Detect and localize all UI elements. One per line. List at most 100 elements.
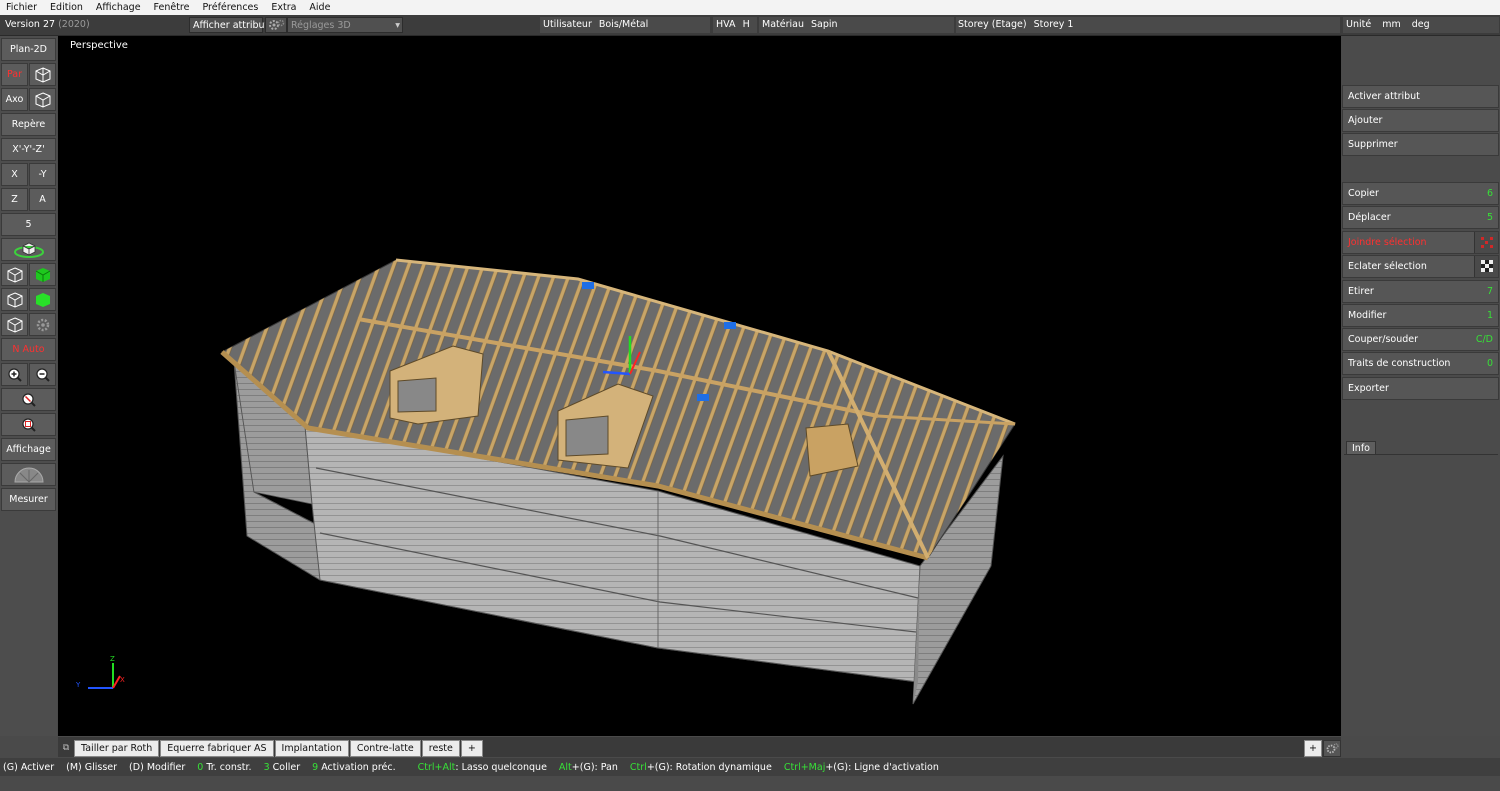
modify-shortcut: 1 xyxy=(1486,310,1493,321)
menu-fenetre[interactable]: Fenêtre xyxy=(154,2,190,13)
wireframe-cube-icon[interactable] xyxy=(1,263,28,286)
status-key: 0 xyxy=(197,761,204,773)
status-modify: (D) Modifier xyxy=(129,762,185,773)
delete-label: Supprimer xyxy=(1348,139,1398,150)
explode-selection-button[interactable]: Eclater sélection xyxy=(1342,255,1499,278)
menu-edition[interactable]: Edition xyxy=(50,2,83,13)
perspective-cube-icon[interactable] xyxy=(29,63,56,86)
export-button[interactable]: Exporter xyxy=(1342,377,1499,400)
hidden-line-cube-icon[interactable] xyxy=(1,288,28,311)
user-field[interactable]: Utilisateur Bois/Métal xyxy=(540,17,710,33)
stretch-label: Etirer xyxy=(1348,286,1374,297)
right-action-panel: Activer attribut Ajouter Supprimer Copie… xyxy=(1342,36,1500,736)
add-button[interactable]: Ajouter xyxy=(1342,109,1499,132)
settings-3d-select[interactable]: Réglages 3D ▾ xyxy=(287,17,403,33)
tab-reste[interactable]: reste xyxy=(421,740,460,757)
3d-viewport[interactable]: Perspective Z Y X xyxy=(58,36,1341,736)
status-key: Ctrl+Alt xyxy=(417,761,456,773)
axo-cube-icon[interactable] xyxy=(29,88,56,111)
zoom-in-icon[interactable] xyxy=(1,363,28,386)
construction-lines-button[interactable]: Traits de construction 0 xyxy=(1342,352,1499,375)
xyz-prime-button[interactable]: X'-Y'-Z' xyxy=(1,138,56,161)
tab-equerre-fabriquer[interactable]: Equerre fabriquer AS xyxy=(160,740,274,757)
status-text: +(G): Ligne d'activation xyxy=(825,761,939,773)
copy-shortcut: 6 xyxy=(1486,188,1493,199)
version-text: Version 27 xyxy=(5,19,56,30)
status-text: Glisser xyxy=(84,761,118,773)
menu-bar: Fichier Edition Affichage Fenêtre Préfér… xyxy=(0,0,1500,15)
tabs-menu-icon[interactable]: ⧉ xyxy=(58,740,74,757)
material-value: Sapin xyxy=(811,19,838,30)
mesurer-button[interactable]: Mesurer xyxy=(1,488,56,511)
show-attribute-button[interactable]: Afficher attribut xyxy=(189,17,268,33)
tab-contre-latte[interactable]: Contre-latte xyxy=(349,740,421,757)
move-button[interactable]: Déplacer 5 xyxy=(1342,206,1499,229)
affichage-button[interactable]: Affichage xyxy=(1,438,56,461)
settings-gear-icon[interactable] xyxy=(265,17,287,33)
status-lasso: Ctrl+Alt: Lasso quelconque xyxy=(418,762,547,773)
menu-preferences[interactable]: Préférences xyxy=(202,2,258,13)
tab-implantation[interactable]: Implantation xyxy=(274,740,349,757)
modify-label: Modifier xyxy=(1348,310,1387,321)
cut-weld-shortcut: C/D xyxy=(1475,334,1493,345)
view-z-button[interactable]: Z xyxy=(1,188,28,211)
perspective-button[interactable]: Par xyxy=(1,63,28,86)
status-key: (G) xyxy=(3,761,18,773)
status-paste: 3 Coller xyxy=(264,762,301,773)
delete-button[interactable]: Supprimer xyxy=(1342,133,1499,156)
explode-selection-label: Eclater sélection xyxy=(1348,261,1427,272)
tabs-gear-icon[interactable] xyxy=(1323,740,1341,757)
auto-button[interactable]: N Auto xyxy=(1,338,56,361)
zoom-window-icon[interactable] xyxy=(1,413,56,436)
plan-2d-button[interactable]: Plan-2D xyxy=(1,38,56,61)
axis-z-label: Z xyxy=(110,655,115,663)
protractor-icon[interactable] xyxy=(1,463,56,486)
add-tab-button[interactable]: + xyxy=(460,740,483,757)
info-tab[interactable]: Info xyxy=(1346,441,1376,455)
storey-label: Storey (Etage) xyxy=(958,19,1027,30)
green-cube-icon[interactable] xyxy=(29,288,56,311)
copy-label: Copier xyxy=(1348,188,1379,199)
info-divider xyxy=(1344,454,1498,455)
menu-aide[interactable]: Aide xyxy=(309,2,330,13)
stretch-button[interactable]: Etirer 7 xyxy=(1342,280,1499,303)
status-key: Ctrl+Maj xyxy=(783,761,826,773)
model-tabs-bar: ⧉ Tailler par Roth Equerre fabriquer AS … xyxy=(58,737,1341,757)
activate-attribute-label: Activer attribut xyxy=(1348,91,1420,102)
version-year: (2020) xyxy=(58,19,90,30)
status-key: 3 xyxy=(263,761,270,773)
tab-tailler-par-roth[interactable]: Tailler par Roth xyxy=(74,740,160,757)
cut-weld-button[interactable]: Couper/souder C/D xyxy=(1342,328,1499,351)
material-field[interactable]: Matériau Sapin xyxy=(759,17,954,33)
hva-field[interactable]: HVA H xyxy=(713,17,757,33)
menu-affichage[interactable]: Affichage xyxy=(96,2,141,13)
stretch-shortcut: 7 xyxy=(1486,286,1493,297)
storey-field[interactable]: Storey (Etage) Storey 1 xyxy=(956,17,1340,33)
menu-extra[interactable]: Extra xyxy=(271,2,296,13)
rotate-view-icon[interactable] xyxy=(1,238,56,261)
unit-field[interactable]: Unité mm deg xyxy=(1343,17,1499,33)
zoom-all-icon[interactable] xyxy=(1,388,56,411)
join-selection-button[interactable]: Joindre sélection xyxy=(1342,231,1499,254)
render-gear-icon[interactable] xyxy=(29,313,56,336)
outline-cube-icon[interactable] xyxy=(1,313,28,336)
view-a-button[interactable]: A xyxy=(29,188,56,211)
zoom-out-icon[interactable] xyxy=(29,363,56,386)
add-view-button[interactable]: + xyxy=(1304,740,1322,757)
status-text: Activer xyxy=(20,761,55,773)
view-x-button[interactable]: X xyxy=(1,163,28,186)
modify-button[interactable]: Modifier 1 xyxy=(1342,304,1499,327)
material-label: Matériau xyxy=(762,19,804,30)
axo-button[interactable]: Axo xyxy=(1,88,28,111)
activate-attribute-button[interactable]: Activer attribut xyxy=(1342,85,1499,108)
menu-fichier[interactable]: Fichier xyxy=(6,2,37,13)
view-minus-y-button[interactable]: -Y xyxy=(29,163,56,186)
copy-button[interactable]: Copier 6 xyxy=(1342,182,1499,205)
user-value: Bois/Métal xyxy=(598,19,649,30)
repere-button[interactable]: Repère xyxy=(1,113,56,136)
view-5-button[interactable]: 5 xyxy=(1,213,56,236)
status-text: Coller xyxy=(272,761,301,773)
settings-3d-value: Réglages 3D xyxy=(291,20,351,31)
solid-green-cube-icon[interactable] xyxy=(29,263,56,286)
add-label: Ajouter xyxy=(1348,115,1383,126)
